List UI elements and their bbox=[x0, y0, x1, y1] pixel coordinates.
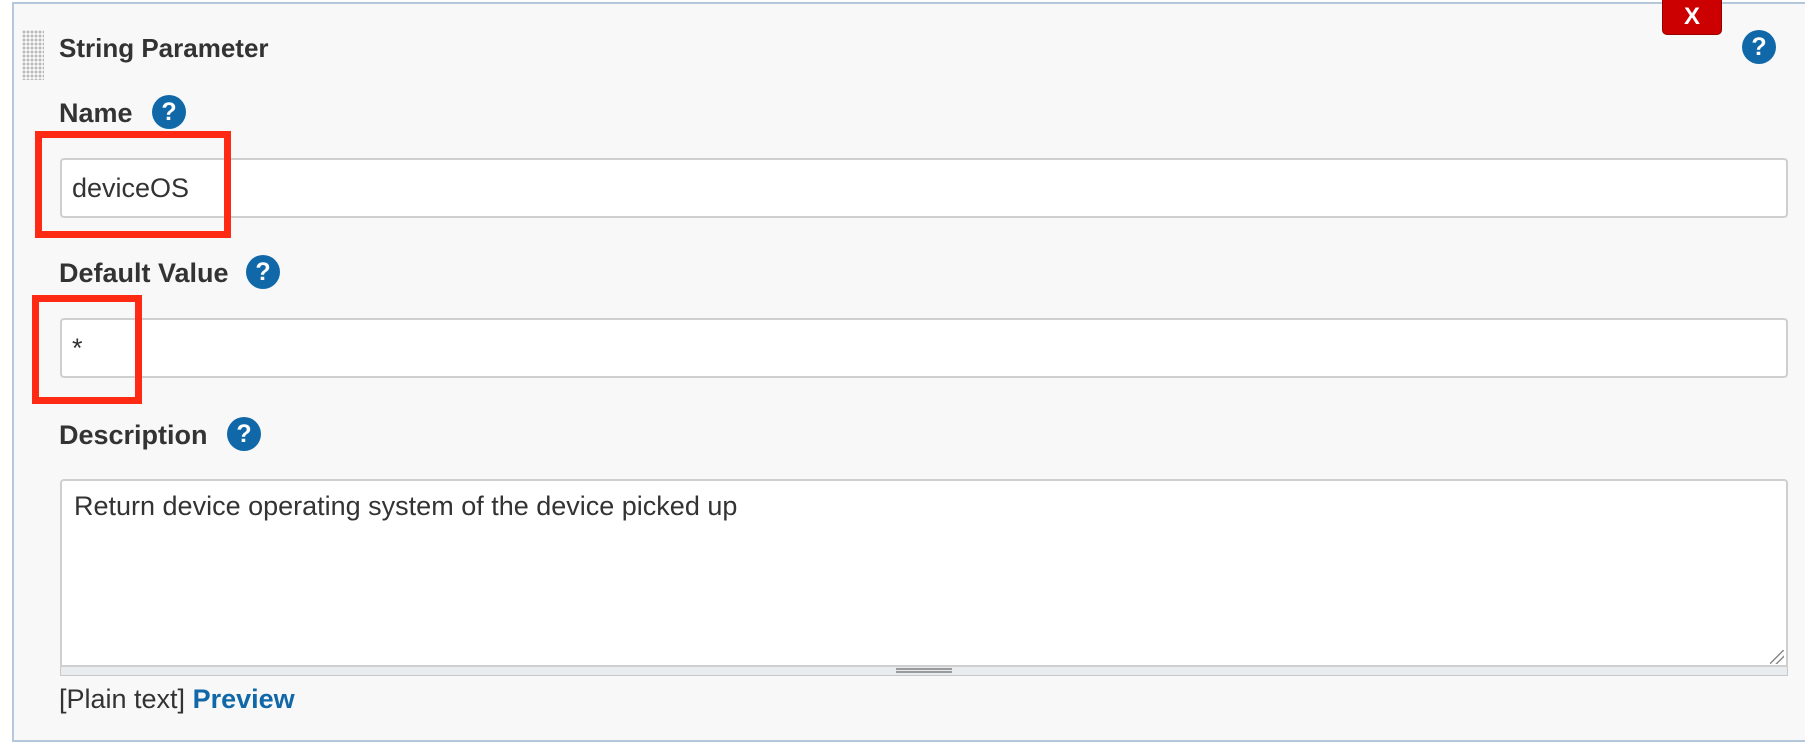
textarea-resize-bar[interactable] bbox=[60, 667, 1788, 676]
highlight-box-name bbox=[35, 131, 231, 238]
name-input[interactable] bbox=[60, 158, 1788, 218]
syntax-mode-label: [Plain text] bbox=[59, 684, 186, 714]
description-label: Description bbox=[59, 420, 208, 450]
section-title: String Parameter bbox=[59, 33, 269, 63]
default-value-label: Default Value bbox=[59, 258, 229, 288]
preview-link[interactable]: Preview bbox=[193, 684, 295, 714]
syntax-row: [Plain text] Preview bbox=[59, 684, 295, 715]
drag-handle-icon[interactable] bbox=[22, 30, 44, 80]
name-label: Name bbox=[59, 98, 133, 128]
default-value-help-icon[interactable]: ? bbox=[246, 255, 280, 289]
section-help-icon[interactable]: ? bbox=[1742, 30, 1776, 64]
default-value-input[interactable] bbox=[60, 318, 1788, 378]
textarea-resize-corner-icon[interactable] bbox=[1770, 650, 1784, 664]
name-help-icon[interactable]: ? bbox=[152, 95, 186, 129]
delete-parameter-button[interactable]: X bbox=[1662, 0, 1722, 35]
highlight-box-default-value bbox=[32, 295, 142, 404]
description-help-icon[interactable]: ? bbox=[227, 417, 261, 451]
description-textarea[interactable]: Return device operating system of the de… bbox=[60, 479, 1788, 667]
resize-grip-icon[interactable] bbox=[896, 668, 952, 673]
